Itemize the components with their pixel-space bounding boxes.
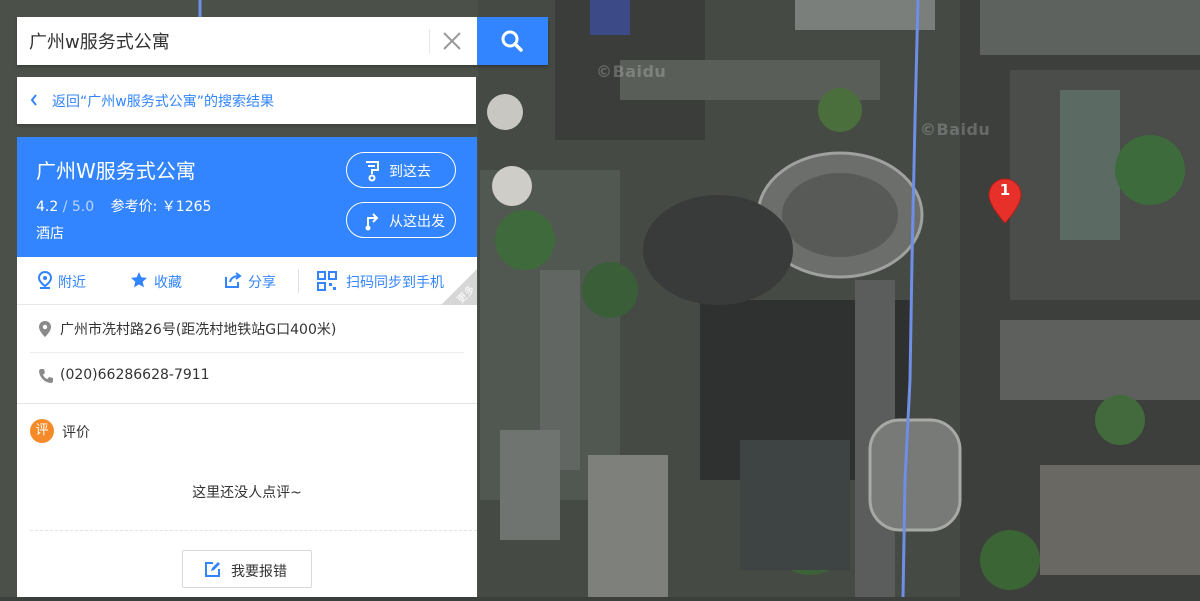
phone-icon [39,369,53,383]
location-pin-icon [38,271,52,289]
favorite-label: 收藏 [154,275,182,291]
address-row: 广州市冼村路26号(距冼村地铁站G口400米) [17,305,477,353]
marker-number: 1 [999,181,1011,199]
more-corner-button[interactable]: 更多 [441,269,477,305]
price-label: 参考价: [110,199,158,215]
map-watermark: ©Baidu [596,62,667,81]
route-to-label: 到这去 [389,164,431,180]
share-icon [225,272,242,288]
address-text: 广州市冼村路26号(距冼村地铁站G口400米) [60,322,337,338]
report-error-label: 我要报错 [231,564,287,580]
phone-text: (020)66286628-7911 [60,367,210,383]
report-error-button[interactable]: 我要报错 [182,550,312,588]
action-bar: 附近 收藏 分享 扫码同步到手机 [17,257,477,305]
search-input-wrapper [17,17,477,65]
place-name: 广州W服务式公寓 [36,159,196,183]
action-divider [298,269,299,293]
search-button[interactable] [477,17,548,65]
star-icon [131,272,147,288]
route-from-icon [365,213,379,231]
route-to-button[interactable]: 到这去 [346,152,456,188]
phone-row: (020)66286628-7911 [17,353,477,401]
map-watermark: ©Baidu [920,120,991,139]
back-link-label: 返回“广州w服务式公寓”的搜索结果 [52,94,274,110]
place-rating: 4.2 / 5.0 参考价: ￥1265 [36,196,211,216]
route-to-icon [366,161,379,182]
route-from-label: 从这出发 [389,214,445,230]
place-category: 酒店 [36,226,64,242]
reviews-title: 评价 [62,425,90,441]
place-card: 广州W服务式公寓 4.2 / 5.0 参考价: ￥1265 酒店 到这去 从这出… [17,137,477,597]
nearby-label: 附近 [58,275,86,291]
qr-code-icon [317,271,337,291]
close-icon[interactable] [429,29,464,53]
edit-icon [205,562,220,577]
route-from-button[interactable]: 从这出发 [346,202,456,238]
search-input[interactable] [29,27,434,55]
reviews-section: 评 评价 这里还没人点评~ 我要报错 [17,403,477,598]
price-value: ￥1265 [161,199,212,215]
chevron-left-icon [30,94,37,106]
rating-max: / 5.0 [62,199,95,215]
rating-value: 4.2 [36,199,59,215]
sync-label: 扫码同步到手机 [346,275,444,291]
map-marker[interactable]: 1 [988,178,1022,224]
reviews-divider [30,530,477,531]
search-icon [501,30,523,52]
review-badge: 评 [30,419,54,443]
place-header: 广州W服务式公寓 4.2 / 5.0 参考价: ￥1265 酒店 到这去 从这出… [17,137,477,257]
search-bar [17,17,548,65]
share-label: 分享 [248,275,276,291]
back-to-results-link[interactable]: 返回“广州w服务式公寓”的搜索结果 [17,77,476,124]
map-marker-icon [39,321,51,337]
no-reviews-message: 这里还没人点评~ [192,485,302,501]
